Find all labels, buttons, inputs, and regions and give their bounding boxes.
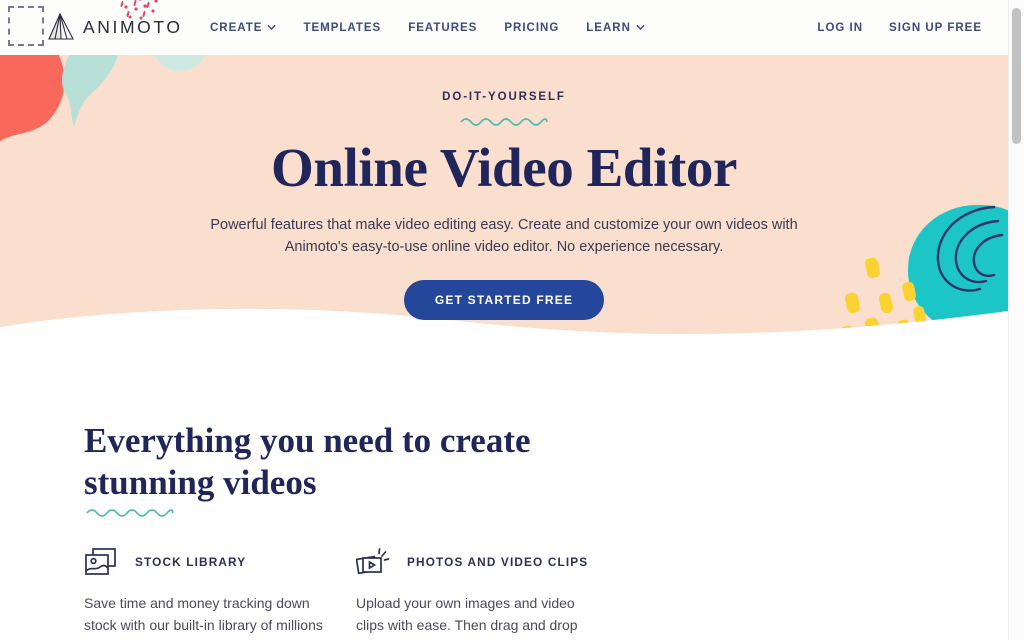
page-scrollbar-thumb[interactable]: [1012, 8, 1021, 144]
hero-section: DO-IT-YOURSELF Online Video Editor Power…: [0, 55, 1008, 355]
main-navigation: CREATE TEMPLATES FEATURES PRICING LEARN: [210, 0, 645, 55]
features-section: Everything you need to create stunning v…: [0, 375, 1008, 640]
nav-item-templates[interactable]: TEMPLATES: [303, 22, 381, 34]
login-link[interactable]: LOG IN: [817, 22, 863, 34]
feature-body-stock-library: Save time and money tracking down stock …: [84, 595, 323, 640]
nav-item-create[interactable]: CREATE: [210, 22, 276, 34]
nav-item-learn[interactable]: LEARN: [586, 22, 645, 34]
chevron-down-icon: [636, 24, 645, 31]
skip-to-content-focus-outline[interactable]: [8, 6, 44, 46]
hero-squiggle-divider: [460, 118, 548, 126]
feature-body-photos-video-clips: Upload your own images and video clips w…: [356, 595, 578, 640]
hero-subtitle: Powerful features that make video editin…: [210, 217, 798, 256]
logo-wordmark: ANIMOTO: [83, 17, 183, 38]
signup-free-link[interactable]: SIGN UP FREE: [889, 22, 982, 34]
animoto-fan-logo-icon: [48, 12, 74, 40]
nav-item-templates-label: TEMPLATES: [303, 21, 382, 34]
features-squiggle-divider: [86, 509, 174, 517]
feature-title-photos-video-clips: PHOTOS AND VIDEO CLIPS: [407, 555, 589, 569]
stock-photo-frames-icon: [85, 548, 116, 575]
hero-title: Online Video Editor: [270, 137, 738, 198]
site-header: ANIMOTO CREATE TEMPLATES FEATURES PRICIN…: [0, 0, 1008, 55]
feature-title-stock-library: STOCK LIBRARY: [135, 555, 247, 569]
feature-column-photos-video-clips: PHOTOS AND VIDEO CLIPS Upload your own i…: [356, 545, 628, 640]
chevron-down-icon: [268, 24, 276, 31]
hero-eyebrow: DO-IT-YOURSELF: [442, 91, 566, 103]
nav-item-learn-label: LEARN: [586, 21, 631, 34]
page-root: ANIMOTO CREATE TEMPLATES FEATURES PRICIN…: [0, 0, 1008, 640]
video-clips-play-icon: [356, 548, 390, 575]
nav-item-features[interactable]: FEATURES: [408, 22, 477, 34]
features-heading: Everything you need to create stunning v…: [84, 421, 531, 502]
nav-item-create-label: CREATE: [210, 21, 263, 34]
get-started-free-button[interactable]: GET STARTED FREE: [403, 279, 605, 320]
nav-item-features-label: FEATURES: [408, 21, 478, 34]
account-navigation: LOG IN SIGN UP FREE: [817, 0, 982, 55]
hero-content: DO-IT-YOURSELF Online Video Editor Power…: [0, 55, 1008, 355]
nav-item-pricing[interactable]: PRICING: [504, 22, 559, 34]
feature-columns: STOCK LIBRARY Save time and money tracki…: [84, 545, 628, 640]
feature-column-stock-library: STOCK LIBRARY Save time and money tracki…: [84, 545, 356, 640]
animoto-logo[interactable]: ANIMOTO: [46, 8, 186, 48]
nav-item-pricing-label: PRICING: [504, 21, 560, 34]
